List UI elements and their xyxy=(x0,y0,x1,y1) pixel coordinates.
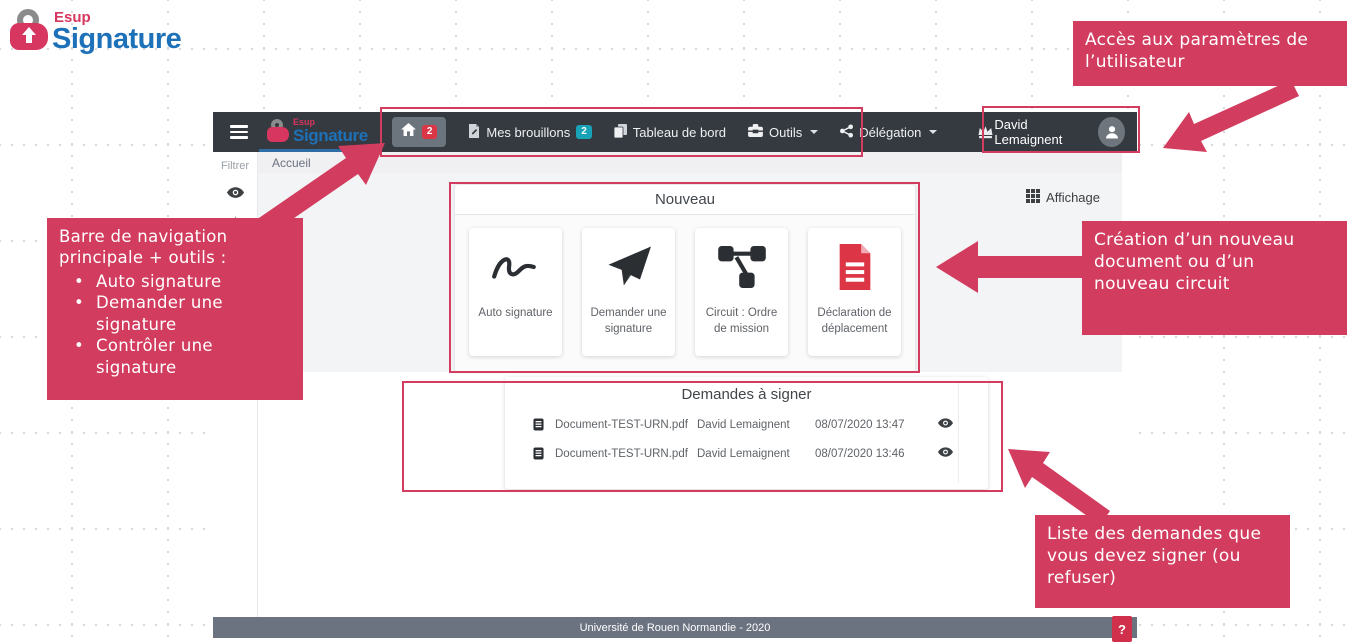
callout-navigation: Barre de navigation principale + outils … xyxy=(47,218,303,400)
eye-icon[interactable] xyxy=(227,185,244,203)
page: { "logo": { "top": "Esup", "bottom": "Si… xyxy=(0,0,1353,644)
tile-label: Auto signature xyxy=(473,306,557,322)
callout-requests-list: Liste des demandes que vous devez signer… xyxy=(1035,515,1290,608)
crown-icon[interactable] xyxy=(977,125,994,139)
app-footer: Université de Rouen Normandie - 2020 ? xyxy=(213,617,1137,638)
content-top-panel: Nouveau Auto signature Dem xyxy=(258,173,1122,372)
display-toggle[interactable]: Affichage xyxy=(1026,189,1100,206)
nav-item-label: Tableau de bord xyxy=(633,125,726,140)
user-menu[interactable]: David Lemaignent xyxy=(994,117,1125,147)
navbar-brand[interactable]: Esup Signature xyxy=(259,112,378,152)
workflow-icon xyxy=(718,244,766,290)
esup-signature-logo: Esup Signature xyxy=(10,6,181,54)
nouveau-tiles: Auto signature Demander une signature xyxy=(455,215,915,369)
esup-signature-app: Esup Signature 2 Mes brouillons 2 Tablea… xyxy=(213,112,1137,638)
eye-icon[interactable] xyxy=(923,418,967,431)
app-body: Filtrer Accueil Nouveau xyxy=(213,152,1137,617)
red-document-icon xyxy=(836,244,874,290)
document-icon xyxy=(521,447,555,460)
callout-bullet: Contrôler une signature xyxy=(72,335,291,378)
tile-declaration-deplacement[interactable]: Déclaration de déplacement xyxy=(808,228,901,356)
eye-icon[interactable] xyxy=(923,447,967,460)
nouveau-panel: Nouveau Auto signature Dem xyxy=(455,185,915,372)
brand-bottom-label: Signature xyxy=(293,127,368,144)
nav-item-outils[interactable]: Outils xyxy=(748,124,818,140)
share-icon xyxy=(840,124,853,141)
copy-icon xyxy=(614,124,627,141)
tile-auto-signature[interactable]: Auto signature xyxy=(469,228,562,356)
callout-bullet: Auto signature xyxy=(72,271,291,292)
display-label: Affichage xyxy=(1046,190,1100,205)
nav-item-tableau-de-bord[interactable]: Tableau de bord xyxy=(614,124,726,141)
tile-label: Déclaration de déplacement xyxy=(808,306,901,337)
grid-icon xyxy=(1026,189,1040,206)
lock-icon xyxy=(10,6,52,54)
chevron-down-icon xyxy=(929,130,937,134)
callout-bullet-list: Auto signature Demander une signature Co… xyxy=(59,271,291,378)
filter-label: Filtrer xyxy=(221,160,249,172)
requests-title: Demandes à signer xyxy=(505,377,988,410)
request-date: 08/07/2020 13:47 xyxy=(815,419,923,431)
tile-circuit-ordre-mission[interactable]: Circuit : Ordre de mission xyxy=(695,228,788,356)
hamburger-menu-icon[interactable] xyxy=(223,119,255,145)
main-navbar: Esup Signature 2 Mes brouillons 2 Tablea… xyxy=(213,112,1137,152)
callout-bullet: Demander une signature xyxy=(72,292,291,335)
chevron-down-icon xyxy=(810,130,818,134)
callout-line: Barre de navigation xyxy=(59,226,291,247)
nav-home-tab[interactable]: 2 xyxy=(392,117,447,147)
user-name-label: David Lemaignent xyxy=(994,117,1088,147)
main-content: Accueil Nouveau Auto signature xyxy=(258,152,1137,617)
user-avatar-icon xyxy=(1098,117,1125,147)
request-file-name: Document-TEST-URN.pdf xyxy=(555,419,697,431)
logo-bottom-label: Signature xyxy=(52,25,181,54)
document-icon xyxy=(521,418,555,431)
breadcrumb-item: Accueil xyxy=(272,156,311,170)
draft-file-icon xyxy=(468,124,480,141)
paper-plane-icon xyxy=(605,244,653,290)
lock-icon xyxy=(267,118,291,144)
requests-divider xyxy=(958,383,959,483)
requests-panel: Demandes à signer Document-TEST-URN.pdf … xyxy=(505,377,988,489)
home-icon xyxy=(401,123,416,141)
nav-item-label: Mes brouillons xyxy=(486,125,570,140)
home-badge: 2 xyxy=(422,125,438,139)
request-date: 08/07/2020 13:46 xyxy=(815,448,923,460)
drafts-badge: 2 xyxy=(576,125,592,139)
tile-label: Demander une signature xyxy=(582,306,675,337)
nav-item-label: Délégation xyxy=(859,125,921,140)
request-row[interactable]: Document-TEST-URN.pdf David Lemaignent 0… xyxy=(505,439,988,468)
toolbox-icon xyxy=(748,124,763,140)
signature-icon xyxy=(488,244,544,290)
request-row[interactable]: Document-TEST-URN.pdf David Lemaignent 0… xyxy=(505,410,988,439)
nav-item-mes-brouillons[interactable]: Mes brouillons 2 xyxy=(468,124,591,141)
tile-label: Circuit : Ordre de mission xyxy=(695,306,788,337)
footer-text: Université de Rouen Normandie - 2020 xyxy=(580,622,771,634)
breadcrumb: Accueil xyxy=(258,152,1122,173)
callout-line: principale + outils : xyxy=(59,247,291,268)
request-user-name: David Lemaignent xyxy=(697,448,815,460)
help-button[interactable]: ? xyxy=(1112,616,1132,642)
request-file-name: Document-TEST-URN.pdf xyxy=(555,448,697,460)
nav-item-delegation[interactable]: Délégation xyxy=(840,124,937,141)
callout-user-settings: Accès aux paramètres de l’utilisateur xyxy=(1073,21,1347,86)
nav-item-label: Outils xyxy=(769,125,802,140)
arrow-to-user-menu xyxy=(1163,80,1299,152)
callout-creation: Création d’un nouveau document ou d’un n… xyxy=(1082,221,1347,335)
tile-demander-signature[interactable]: Demander une signature xyxy=(582,228,675,356)
nouveau-title: Nouveau xyxy=(455,185,915,215)
request-user-name: David Lemaignent xyxy=(697,419,815,431)
logo-text: Esup Signature xyxy=(52,10,181,54)
